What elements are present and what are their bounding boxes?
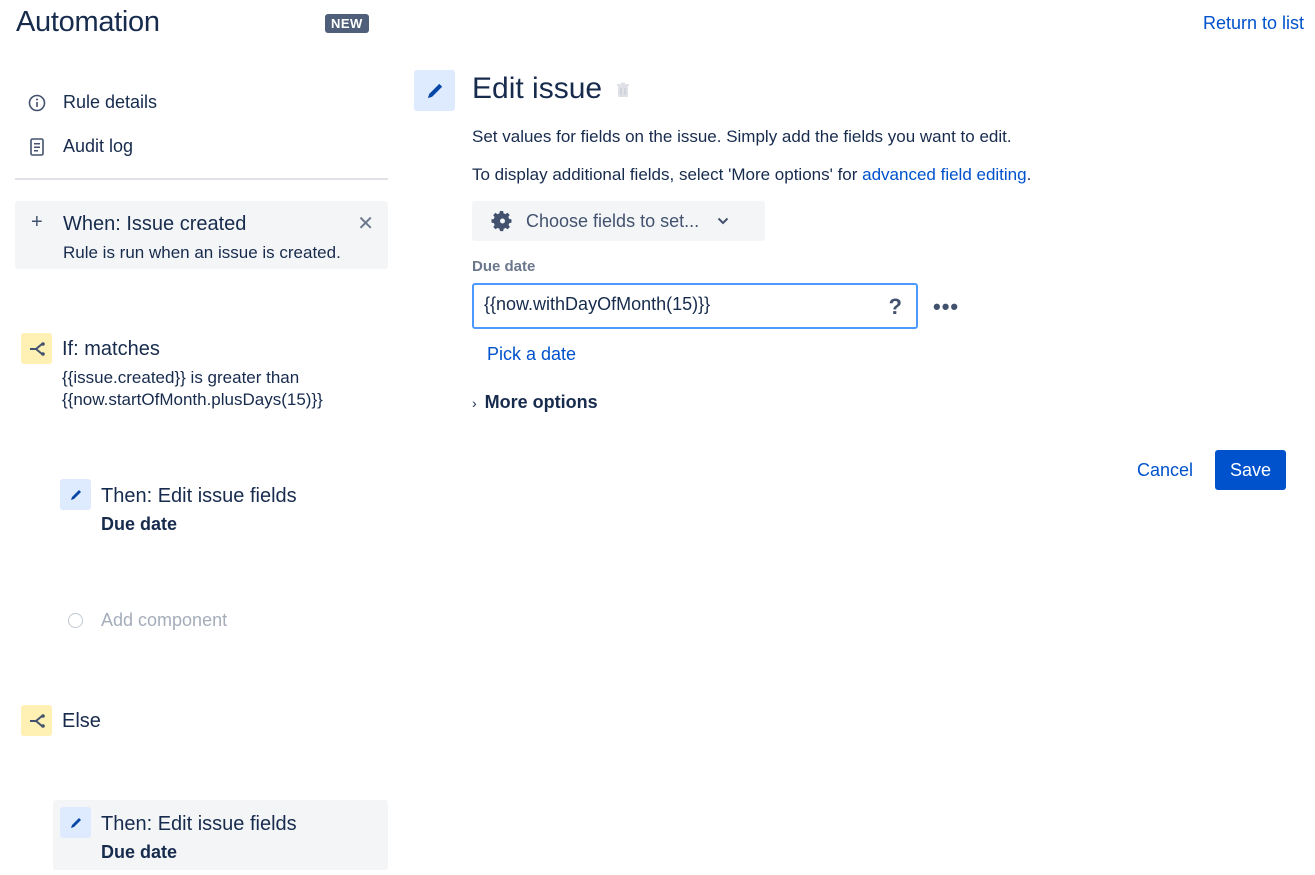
else-title: Else [62, 710, 101, 732]
gear-icon [490, 209, 514, 233]
due-date-field[interactable]: ? [472, 283, 918, 329]
return-to-list-link[interactable]: Return to list [1203, 13, 1304, 34]
trash-icon[interactable] [616, 82, 630, 103]
condition-component[interactable] [21, 333, 52, 364]
close-icon[interactable]: ✕ [357, 211, 374, 236]
more-options-toggle[interactable]: › More options [472, 392, 598, 413]
add-component-label: Add component [101, 610, 228, 630]
trigger-title: When: Issue created [63, 213, 247, 235]
chevron-right-icon: › [472, 394, 477, 411]
nav-rule-details[interactable]: Rule details [27, 92, 157, 113]
panel-title: Edit issue [472, 72, 603, 105]
else-component[interactable] [21, 705, 52, 736]
circle-icon [68, 613, 83, 628]
due-date-input[interactable] [484, 294, 864, 315]
pencil-icon [60, 807, 91, 838]
nav-audit-log[interactable]: Audit log [27, 136, 133, 157]
page-title: Automation [16, 6, 160, 38]
then-2-title: Then: Edit issue fields [101, 813, 297, 835]
document-icon [27, 137, 47, 157]
help-icon[interactable]: ? [889, 294, 902, 320]
pick-a-date-link[interactable]: Pick a date [487, 344, 576, 365]
nav-rule-details-label: Rule details [63, 92, 158, 112]
advanced-field-editing-link[interactable]: advanced field editing [862, 165, 1026, 184]
choose-fields-label: Choose fields to set... [526, 210, 700, 231]
more-options-label: More options [484, 392, 598, 412]
new-badge: NEW [325, 14, 369, 33]
branch-icon [21, 333, 52, 364]
nav-audit-log-label: Audit log [63, 136, 134, 156]
pencil-icon [414, 70, 455, 111]
description-2-suffix: . [1026, 165, 1032, 184]
then-2-subtitle: Due date [101, 842, 178, 862]
then-action-2-selected[interactable]: Then: Edit issue fields Due date [53, 800, 388, 870]
panel-description-2: To display additional fields, select 'Mo… [472, 165, 1031, 185]
cancel-button[interactable]: Cancel [1127, 450, 1203, 490]
branch-icon [21, 705, 52, 736]
then-action-1[interactable] [60, 479, 91, 510]
condition-line-1: {{issue.created}} is greater than [62, 368, 300, 387]
then-1-title: Then: Edit issue fields [101, 485, 297, 507]
add-component-button[interactable]: Add component [68, 610, 227, 631]
condition-line-2: {{now.startOfMonth.plusDays(15)}} [62, 390, 323, 409]
sidebar-divider [15, 178, 388, 180]
save-button[interactable]: Save [1215, 450, 1286, 490]
pencil-icon [60, 479, 91, 510]
trigger-component[interactable]: + When: Issue created Rule is run when a… [15, 201, 388, 269]
plus-icon: + [31, 211, 43, 233]
then-1-subtitle: Due date [101, 514, 178, 534]
trigger-subtitle: Rule is run when an issue is created. [63, 243, 341, 262]
condition-title: If: matches [62, 338, 160, 360]
more-actions-icon[interactable]: ••• [933, 294, 959, 320]
info-icon [27, 93, 47, 113]
due-date-label: Due date [472, 258, 536, 275]
choose-fields-dropdown[interactable]: Choose fields to set... [472, 201, 765, 241]
description-2-text: To display additional fields, select 'Mo… [472, 165, 863, 184]
chevron-down-icon [717, 217, 729, 225]
panel-description: Set values for fields on the issue. Simp… [472, 127, 1012, 146]
